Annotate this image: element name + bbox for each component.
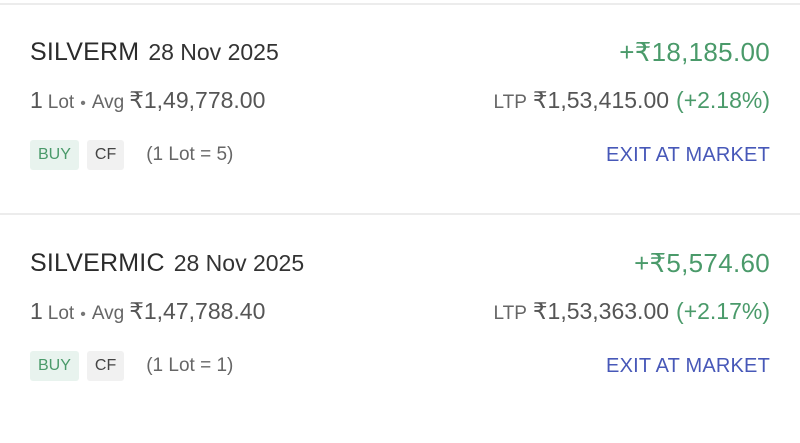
avg-label: Avg (91, 91, 125, 113)
ltp-value: ₹1,53,415.00 (532, 86, 670, 113)
avg-label: Avg (91, 302, 125, 324)
avg-price: ₹1,47,788.40 (129, 297, 266, 324)
buy-tag: BUY (30, 351, 79, 381)
instrument: SILVERM 28 Nov 2025 (30, 38, 279, 67)
cf-tag: CF (86, 351, 125, 381)
quantity-average: 1 Lot • Avg ₹1,49,778.00 (30, 87, 265, 114)
position-card[interactable]: SILVERMIC 28 Nov 2025 +₹5,574.60 1 Lot •… (0, 243, 800, 443)
exit-at-market-button[interactable]: EXIT AT MARKET (606, 355, 770, 378)
position-header: SILVERM 28 Nov 2025 +₹18,185.00 (30, 32, 770, 72)
position-tags: BUY CF (1 Lot = 5) (30, 140, 233, 170)
quantity-unit: Lot (47, 91, 75, 113)
instrument-expiry: 28 Nov 2025 (173, 249, 305, 276)
ltp-change: (+2.17%) (676, 297, 770, 324)
quantity-average: 1 Lot • Avg ₹1,47,788.40 (30, 298, 265, 325)
ltp-change: (+2.18%) (676, 86, 770, 113)
ltp-info: LTP ₹1,53,415.00 (+2.18%) (493, 87, 770, 114)
position-details: 1 Lot • Avg ₹1,49,778.00 LTP ₹1,53,415.0… (30, 82, 770, 118)
positions-list: SILVERM 28 Nov 2025 +₹18,185.00 1 Lot • … (0, 0, 800, 412)
ltp-info: LTP ₹1,53,363.00 (+2.17%) (493, 298, 770, 325)
instrument-symbol: SILVERM (30, 37, 140, 66)
quantity-value: 1 (30, 86, 43, 113)
cf-tag: CF (86, 140, 125, 170)
quantity-value: 1 (30, 297, 43, 324)
position-card[interactable]: SILVERM 28 Nov 2025 +₹18,185.00 1 Lot • … (0, 32, 800, 232)
separator-dot: • (80, 305, 86, 323)
separator-dot: • (80, 94, 86, 112)
position-header: SILVERMIC 28 Nov 2025 +₹5,574.60 (30, 243, 770, 283)
position-pnl: +₹5,574.60 (634, 247, 770, 278)
position-footer: BUY CF (1 Lot = 1) EXIT AT MARKET (30, 349, 770, 383)
divider (0, 213, 800, 215)
buy-tag: BUY (30, 140, 79, 170)
position-tags: BUY CF (1 Lot = 1) (30, 351, 233, 381)
ltp-label: LTP (493, 91, 527, 113)
lot-size-info: (1 Lot = 1) (146, 355, 234, 376)
ltp-label: LTP (493, 302, 527, 324)
instrument-expiry: 28 Nov 2025 (148, 38, 279, 65)
instrument-symbol: SILVERMIC (30, 248, 165, 277)
position-footer: BUY CF (1 Lot = 5) EXIT AT MARKET (30, 138, 770, 172)
avg-price: ₹1,49,778.00 (129, 86, 266, 113)
position-pnl: +₹18,185.00 (619, 36, 770, 67)
ltp-value: ₹1,53,363.00 (532, 297, 670, 324)
quantity-unit: Lot (47, 302, 75, 324)
instrument: SILVERMIC 28 Nov 2025 (30, 249, 304, 278)
lot-size-info: (1 Lot = 5) (146, 144, 234, 165)
position-details: 1 Lot • Avg ₹1,47,788.40 LTP ₹1,53,363.0… (30, 293, 770, 329)
divider (0, 3, 800, 5)
exit-at-market-button[interactable]: EXIT AT MARKET (606, 144, 770, 167)
